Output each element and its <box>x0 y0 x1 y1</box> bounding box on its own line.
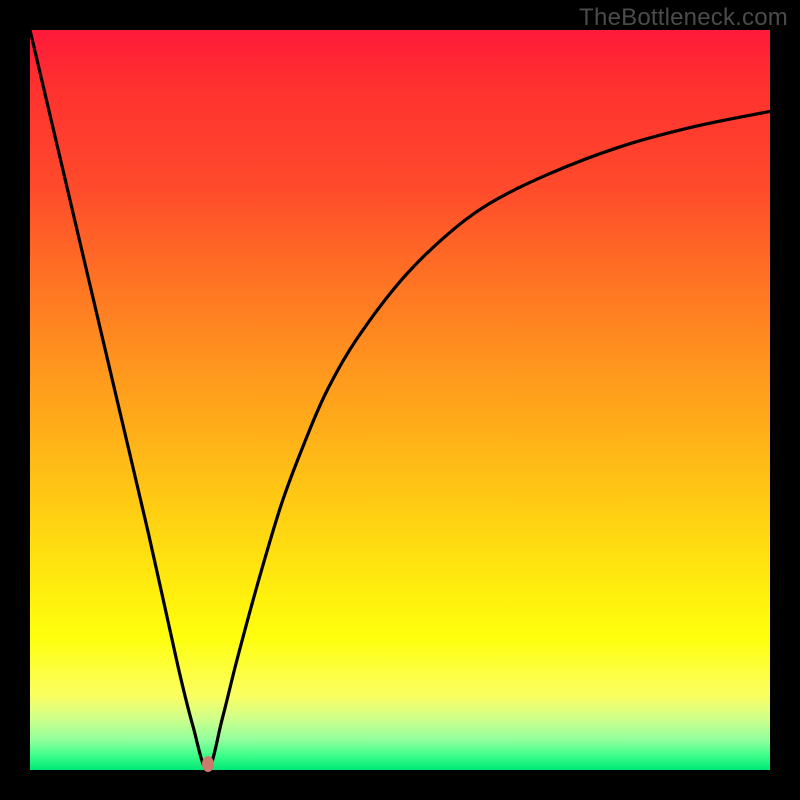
curve-path <box>30 30 770 770</box>
minimum-marker <box>202 756 214 772</box>
watermark-label: TheBottleneck.com <box>579 4 788 32</box>
plot-area <box>30 30 770 770</box>
curve-svg <box>30 30 770 770</box>
chart-container: TheBottleneck.com <box>0 0 800 800</box>
